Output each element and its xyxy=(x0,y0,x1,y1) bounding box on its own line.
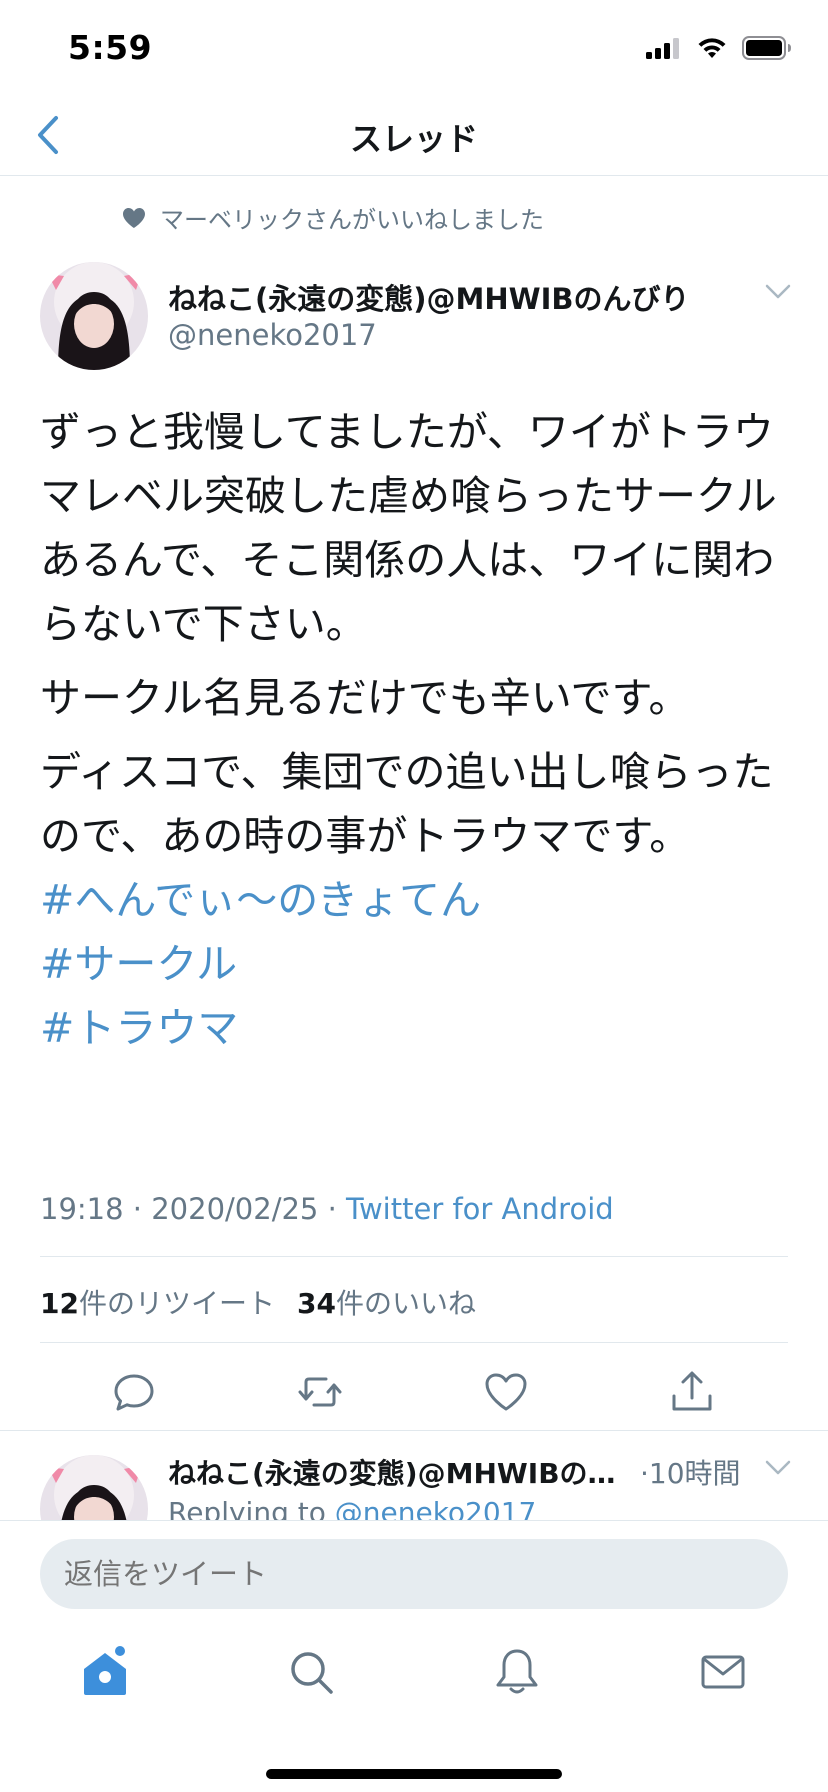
search-icon[interactable] xyxy=(284,1645,338,1699)
tweet-text: ずっと我慢してましたが、ワイがトラウマレベル突破した虐め喰らったサークルあるんで… xyxy=(40,400,790,1060)
chevron-down-icon[interactable] xyxy=(764,282,792,302)
home-indicator xyxy=(266,1769,562,1779)
like-stat[interactable]: 34件のいいね xyxy=(297,1287,476,1320)
home-icon[interactable] xyxy=(78,1645,132,1699)
tweet-date: 2020/02/25 xyxy=(151,1192,319,1226)
like-count: 34 xyxy=(296,1287,336,1320)
cellular-signal-icon xyxy=(646,38,679,59)
retweet-label: 件のリツイート xyxy=(78,1287,275,1320)
meta-separator: · xyxy=(318,1192,347,1226)
heart-icon xyxy=(123,207,145,228)
status-time: 5:59 xyxy=(68,28,153,67)
heart-outline-icon[interactable] xyxy=(482,1368,530,1416)
hashtag-link[interactable]: #サークル xyxy=(40,932,790,996)
tweet-paragraph: サークル名見るだけでも辛いです。 xyxy=(40,674,690,722)
tweet-time: 19:18 xyxy=(40,1192,124,1226)
battery-icon xyxy=(742,36,791,60)
chevron-down-icon[interactable] xyxy=(764,1458,792,1478)
reply-icon[interactable] xyxy=(110,1368,158,1416)
reply-composer-input[interactable] xyxy=(40,1539,788,1609)
author-name[interactable]: ねねこ(永遠の変態)@MHWIBのんびり xyxy=(168,276,690,318)
status-icons xyxy=(646,36,792,60)
bottom-bar xyxy=(0,1520,828,1792)
reply-time: ·10時間 xyxy=(640,1457,741,1490)
divider xyxy=(0,1430,828,1431)
avatar-image xyxy=(40,262,148,370)
social-context-text: マーベリックさんがいいねしました xyxy=(160,206,544,234)
retweet-stat[interactable]: 12件のリツイート xyxy=(40,1287,275,1320)
author-handle[interactable]: @neneko2017 xyxy=(168,318,377,352)
hashtag-link[interactable]: #トラウマ xyxy=(40,996,790,1060)
tweet-meta: 19:18 · 2020/02/25 · Twitter for Android xyxy=(40,1192,614,1226)
tweet-source-link[interactable]: Twitter for Android xyxy=(346,1192,614,1226)
retweet-count: 12 xyxy=(40,1287,79,1320)
nav-bar: スレッド xyxy=(0,100,828,176)
page-title: スレッド xyxy=(349,120,478,158)
tweet-actions xyxy=(0,1360,828,1424)
share-icon[interactable] xyxy=(668,1368,716,1416)
retweet-icon[interactable] xyxy=(296,1368,344,1416)
tweet-paragraph: ずっと我慢してましたが、ワイがトラウマレベル突破した虐め喰らったサークルあるんで… xyxy=(40,408,777,648)
wifi-icon xyxy=(698,38,726,58)
hashtag-link[interactable]: #へんでぃ〜のきょてん xyxy=(40,868,790,932)
tweet-stats: 12件のリツイート 34件のいいね xyxy=(40,1282,476,1322)
reply-author-name[interactable]: ねねこ(永遠の変態)@MHWIBの… xyxy=(168,1452,616,1492)
status-bar: 5:59 xyxy=(0,0,828,100)
like-label: 件のいいね xyxy=(335,1287,476,1320)
avatar[interactable] xyxy=(40,262,148,370)
mail-icon[interactable] xyxy=(696,1645,750,1699)
divider xyxy=(40,1256,788,1257)
divider xyxy=(40,1342,788,1343)
bell-icon[interactable] xyxy=(490,1645,544,1699)
tweet-paragraph: ディスコで、集団での追い出し喰らったので、あの時の事がトラウマです。 xyxy=(40,748,774,860)
meta-separator: · xyxy=(123,1192,152,1226)
social-context[interactable]: マーベリックさんがいいねしました xyxy=(122,200,544,235)
